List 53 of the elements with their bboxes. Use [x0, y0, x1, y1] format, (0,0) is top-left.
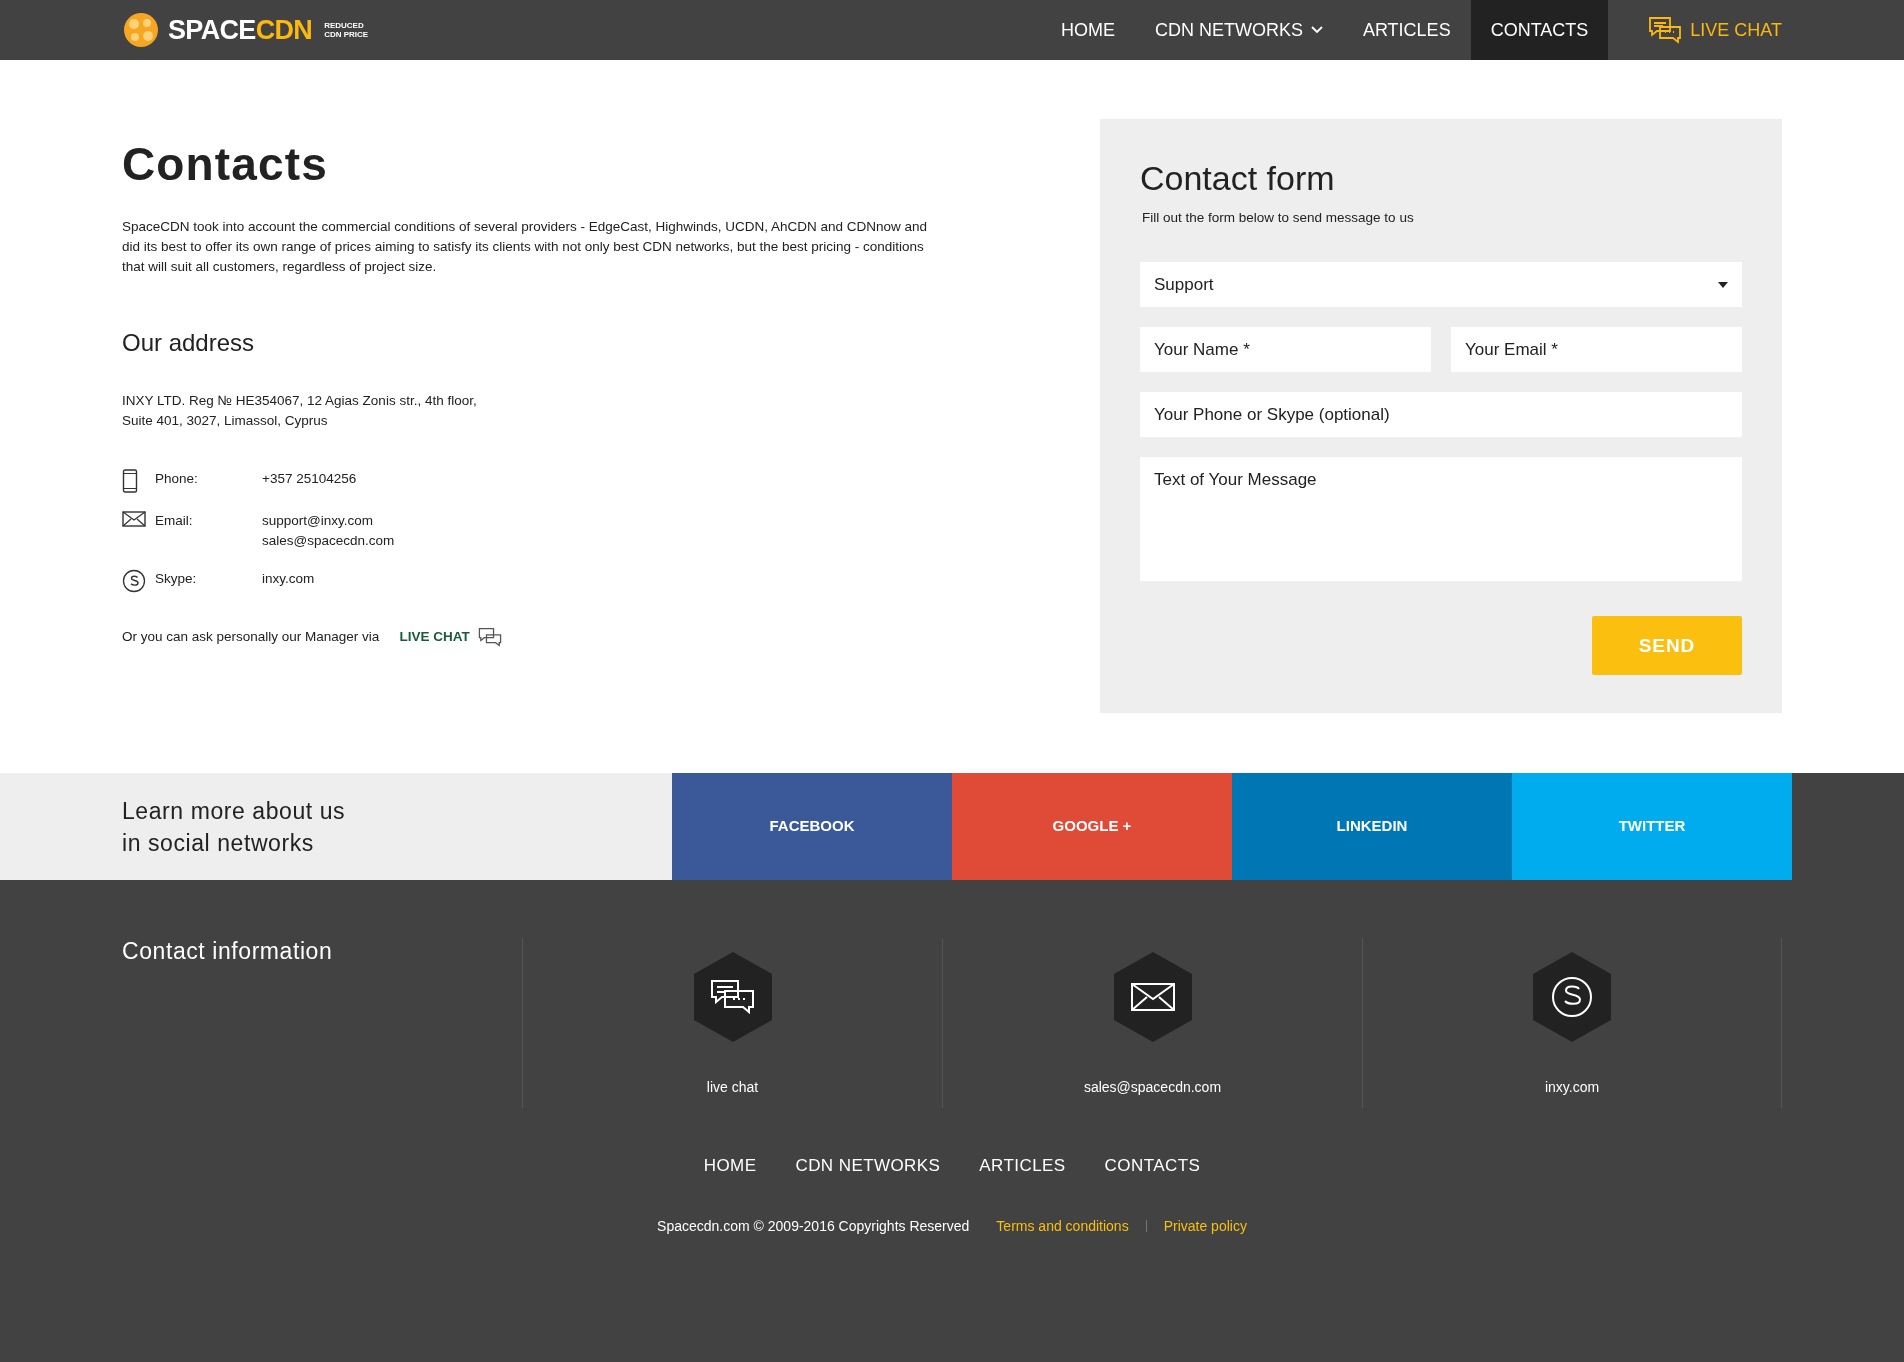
contact-channel-label: sales@spacecdn.com: [1083, 1078, 1222, 1097]
envelope-icon: [122, 511, 146, 527]
footer-nav-link[interactable]: CONTACTS: [1104, 1153, 1201, 1179]
logo-tagline: REDUCED CDN PRICE: [324, 21, 369, 39]
nav-link[interactable]: ARTICLES: [1342, 0, 1471, 60]
contact-label: Skype:: [155, 570, 198, 588]
logo-icon: [122, 12, 160, 48]
contact-value: inxy.com: [262, 570, 315, 588]
contact-channel-label: live chat: [706, 1078, 759, 1097]
skype-icon: [122, 569, 146, 593]
chevron-down-icon: [1310, 26, 1323, 34]
caret-icon: [1718, 281, 1728, 288]
message-field[interactable]: Text of Your Message: [1140, 457, 1742, 582]
terms-link[interactable]: Terms and conditions: [996, 1215, 1129, 1237]
copyright-text: Spacecdn.com © 2009-2016 Copyrights Reserved: [657, 1216, 970, 1236]
nav-link[interactable]: CONTACTS: [1470, 0, 1609, 60]
manager-note: Or you can ask personally our Manager via: [122, 628, 380, 646]
address-text: INXY LTD. Reg № HE354067, 12 Agias Zonis str., 4th floor, Suite 401, 3027, Limassol, Cyprus: [122, 392, 478, 430]
nav-link[interactable]: HOME: [1040, 0, 1135, 60]
envelope-icon: [1111, 951, 1194, 1043]
contact-label: Email:: [155, 512, 194, 530]
social-button[interactable]: GOOGLE +: [952, 773, 1232, 880]
contact-label: Phone:: [155, 470, 199, 488]
phone-icon: [122, 469, 138, 493]
skype-icon: [1531, 951, 1613, 1043]
phone-field[interactable]: Your Phone or Skype (optional): [1140, 392, 1742, 438]
contact-value: support@inxy.com: [262, 512, 374, 530]
footer-nav-link[interactable]: HOME: [703, 1153, 757, 1179]
live-chat-link[interactable]: LIVE CHAT: [399, 627, 502, 648]
contact-info-heading: Contact information: [122, 937, 334, 966]
contact-value: sales@spacecdn.com: [262, 532, 395, 550]
footer-nav-link[interactable]: ARTICLES: [979, 1153, 1066, 1179]
form-title: Contact form: [1140, 158, 1336, 199]
intro-paragraph: SpaceCDN took into account the commercial conditions of several providers - EdgeCast, Highwinds, UCDN, AhCDN and CDNnow and did its best to offer its own range of prices aiming to satisfy its clients with not only best CDN networks, but the best pricing - conditions that will suit all customers, regardless of project size.: [122, 218, 929, 276]
chat-bubbles-icon: [1648, 16, 1683, 44]
social-heading: Learn more about us in social networks: [0, 773, 672, 880]
contact-value: +357 25104256: [262, 470, 357, 488]
chat-bubbles-icon: [477, 627, 502, 648]
privacy-link[interactable]: Private policy: [1163, 1215, 1247, 1237]
social-button[interactable]: LINKEDIN: [1232, 773, 1512, 880]
logo-wordmark: SPACECDN: [168, 13, 313, 47]
name-field[interactable]: Your Name *: [1140, 327, 1431, 373]
form-subtitle: Fill out the form below to send message to us: [1142, 209, 1415, 227]
nav-link[interactable]: CDN NETWORKS: [1134, 0, 1343, 60]
social-button[interactable]: FACEBOOK: [672, 773, 952, 880]
page-title: Contacts: [122, 141, 329, 187]
email-field[interactable]: Your Email *: [1451, 327, 1742, 373]
contact-channel-label: inxy.com: [1544, 1078, 1600, 1097]
chat-bubbles-icon: [691, 951, 774, 1043]
live-chat-link[interactable]: LIVE CHAT: [1648, 16, 1782, 44]
footer-nav-link[interactable]: CDN NETWORKS: [795, 1153, 941, 1179]
topic-select[interactable]: Support: [1140, 262, 1742, 308]
address-heading: Our address: [122, 328, 256, 358]
